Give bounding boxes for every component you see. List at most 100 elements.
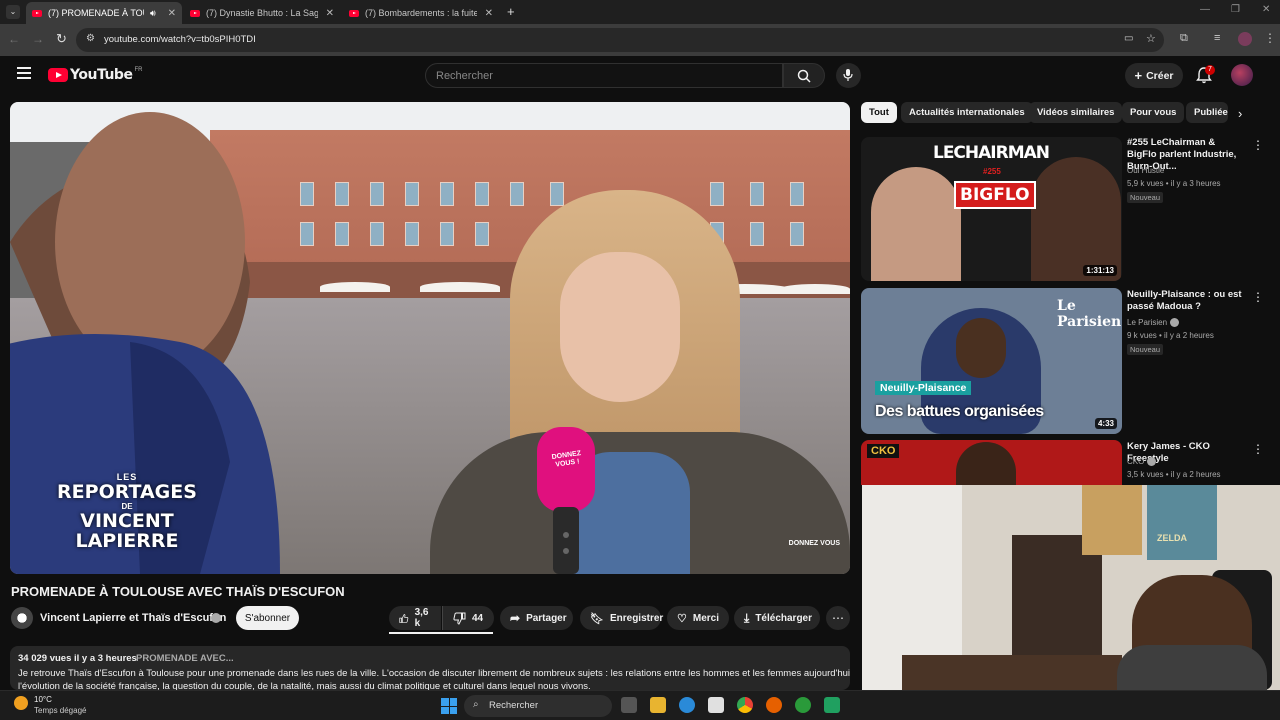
search-icon — [797, 69, 811, 83]
thumbs-down-icon — [453, 612, 466, 625]
thanks-button[interactable]: ♡ Merci — [667, 606, 729, 630]
media-control-icon[interactable]: ≡ — [1214, 32, 1220, 44]
start-button-icon[interactable] — [441, 698, 457, 714]
task-view-icon[interactable] — [621, 697, 637, 713]
overlay-line-3: VINCENT LAPIERRE — [75, 510, 179, 552]
search-placeholder: Rechercher — [436, 70, 493, 82]
restore-icon[interactable]: ❐ — [1231, 4, 1240, 15]
recommendation-thumbnail-2[interactable]: Le Parisien Neuilly-Plaisance Des battue… — [861, 288, 1122, 434]
recommendation-thumbnail-3[interactable]: CKO — [861, 440, 1122, 485]
building-window — [335, 222, 349, 246]
taskbar-search[interactable]: ⌕ Rechercher — [464, 695, 612, 717]
like-button[interactable]: 3,6 k — [389, 606, 441, 630]
recommendation-channel-3[interactable]: CKO — [1127, 457, 1144, 466]
browser-tab-3[interactable]: (7) Bombardements : la fuite et ✕ — [343, 2, 499, 24]
chip-international-news[interactable]: Actualités internationales — [901, 102, 1033, 123]
speaker-icon[interactable]: 🔊︎ — [150, 8, 156, 19]
weather-temp[interactable]: 10°C — [34, 695, 52, 704]
recommendation-menu-icon[interactable]: ⋮ — [1252, 442, 1264, 456]
tab-list-dropdown-icon[interactable]: ⌄ — [6, 5, 20, 19]
youtube-favicon-icon — [349, 9, 359, 17]
thumb-brand: CKO — [867, 444, 900, 458]
chip-all[interactable]: Tout — [861, 102, 897, 123]
firefox-icon[interactable] — [766, 697, 782, 713]
recommendation-title-3[interactable]: Kery James - CKO Freestyle — [1127, 441, 1245, 465]
chips-next-arrow-icon[interactable]: › — [1238, 106, 1242, 121]
thumbs-up-icon — [399, 613, 409, 623]
building-window — [790, 182, 804, 206]
recommendation-channel-2[interactable]: Le Parisien — [1127, 318, 1167, 327]
bookmark-star-icon[interactable]: ☆ — [1146, 32, 1156, 45]
like-count: 3,6 k — [414, 607, 429, 629]
close-tab-icon[interactable]: ✕ — [326, 8, 334, 19]
chrome-icon[interactable] — [737, 697, 753, 713]
more-actions-button[interactable]: ⋯ — [826, 606, 850, 630]
browser-menu-icon[interactable]: ⋮ — [1264, 31, 1276, 45]
url-field[interactable]: ⚙ youtube.com/watch?v=tb0sPIH0TDI ▭ ☆ — [76, 28, 1164, 52]
create-label: Créer — [1146, 69, 1174, 82]
app-icon[interactable] — [824, 697, 840, 713]
search-button[interactable] — [783, 63, 825, 88]
edge-icon[interactable] — [679, 697, 695, 713]
thumb-caption-top: LECHAIRMAN — [932, 143, 1050, 163]
logo-text: YouTube — [70, 67, 133, 83]
store-icon[interactable] — [708, 697, 724, 713]
minimize-icon[interactable]: — — [1200, 4, 1210, 15]
close-window-icon[interactable]: ✕ — [1262, 4, 1270, 15]
views-and-date: 34 029 vues il y a 3 heures — [18, 653, 137, 664]
file-explorer-icon[interactable] — [650, 697, 666, 713]
browser-tab-1[interactable]: (7) PROMENADE À TOULOUSE 🔊︎ ✕ — [26, 2, 182, 24]
back-icon[interactable]: ← — [8, 32, 20, 46]
thumb-artist — [956, 442, 1016, 485]
close-tab-icon[interactable]: ✕ — [485, 8, 493, 19]
new-tab-icon[interactable]: + — [507, 4, 515, 19]
building-window — [510, 182, 524, 206]
building-window — [710, 182, 724, 206]
weather-icon[interactable] — [14, 696, 28, 710]
save-button[interactable]: 🔖︎ Enregistrer — [580, 606, 663, 630]
extensions-icon[interactable]: ⧉ — [1180, 32, 1188, 45]
create-button[interactable]: + Créer — [1125, 63, 1183, 88]
new-badge: Nouveau — [1127, 192, 1164, 203]
dislike-button[interactable]: 44 — [442, 606, 494, 630]
share-button[interactable]: ➦ Partager — [500, 606, 573, 630]
video-player[interactable]: DONNEZ VOUS ! LES REPORTAGES DE VINCENT … — [10, 102, 850, 574]
channel-avatar[interactable] — [11, 607, 33, 629]
building-window — [475, 182, 489, 206]
recommendation-menu-icon[interactable]: ⋮ — [1252, 290, 1264, 304]
subscribe-button[interactable]: S'abonner — [236, 606, 299, 630]
browser-tab-2[interactable]: (7) Dynastie Bhutto : La Saga Sa ✕ — [184, 2, 340, 24]
recommendation-menu-icon[interactable]: ⋮ — [1252, 138, 1264, 152]
xbox-icon[interactable] — [795, 697, 811, 713]
forward-icon[interactable]: → — [32, 32, 44, 46]
recommendation-channel-1[interactable]: Oui Hustle — [1127, 166, 1164, 175]
video-overlay-title: LES REPORTAGES DE VINCENT LAPIERRE — [52, 472, 202, 551]
weather-desc[interactable]: Temps dégagé — [34, 706, 86, 715]
description-box[interactable]: 34 029 vues il y a 3 heures PROMENADE AV… — [10, 646, 850, 690]
thumb-caption-bottom: BIGFLO — [954, 181, 1036, 209]
building-window — [790, 222, 804, 246]
chip-published[interactable]: Publiée — [1186, 102, 1228, 123]
building-window — [475, 222, 489, 246]
download-button[interactable]: ⤓ Télécharger — [734, 606, 820, 630]
search-input[interactable]: Rechercher — [425, 63, 783, 88]
chip-for-you[interactable]: Pour vous — [1122, 102, 1185, 123]
browser-tab-strip: ⌄ (7) PROMENADE À TOULOUSE 🔊︎ ✕ (7) Dyna… — [0, 0, 1280, 24]
account-avatar[interactable] — [1231, 64, 1253, 86]
recommendation-thumbnail-1[interactable]: LECHAIRMAN #255 BIGFLO 1:31:13 — [861, 137, 1122, 281]
site-info-icon[interactable]: ⚙ — [86, 33, 95, 44]
tab-title: (7) Bombardements : la fuite et — [365, 8, 477, 18]
profile-icon[interactable] — [1238, 32, 1252, 46]
recommendation-title-2[interactable]: Neuilly-Plaisance : ou est passé Madoua … — [1127, 289, 1245, 313]
close-tab-icon[interactable]: ✕ — [168, 8, 176, 19]
download-label: Télécharger — [755, 612, 813, 624]
address-bar: ← → ↻ ⚙ youtube.com/watch?v=tb0sPIH0TDI … — [0, 24, 1280, 56]
new-badge: Nouveau — [1127, 344, 1164, 355]
chip-similar-videos[interactable]: Vidéos similaires — [1029, 102, 1123, 123]
reload-icon[interactable]: ↻ — [56, 31, 67, 47]
youtube-logo[interactable]: YouTube FR — [48, 67, 142, 83]
hamburger-menu-icon[interactable] — [17, 67, 31, 79]
voice-search-button[interactable] — [836, 63, 861, 88]
channel-name[interactable]: Vincent Lapierre et Thaïs d'Escufon — [40, 612, 226, 624]
cast-icon[interactable]: ▭ — [1124, 33, 1133, 44]
